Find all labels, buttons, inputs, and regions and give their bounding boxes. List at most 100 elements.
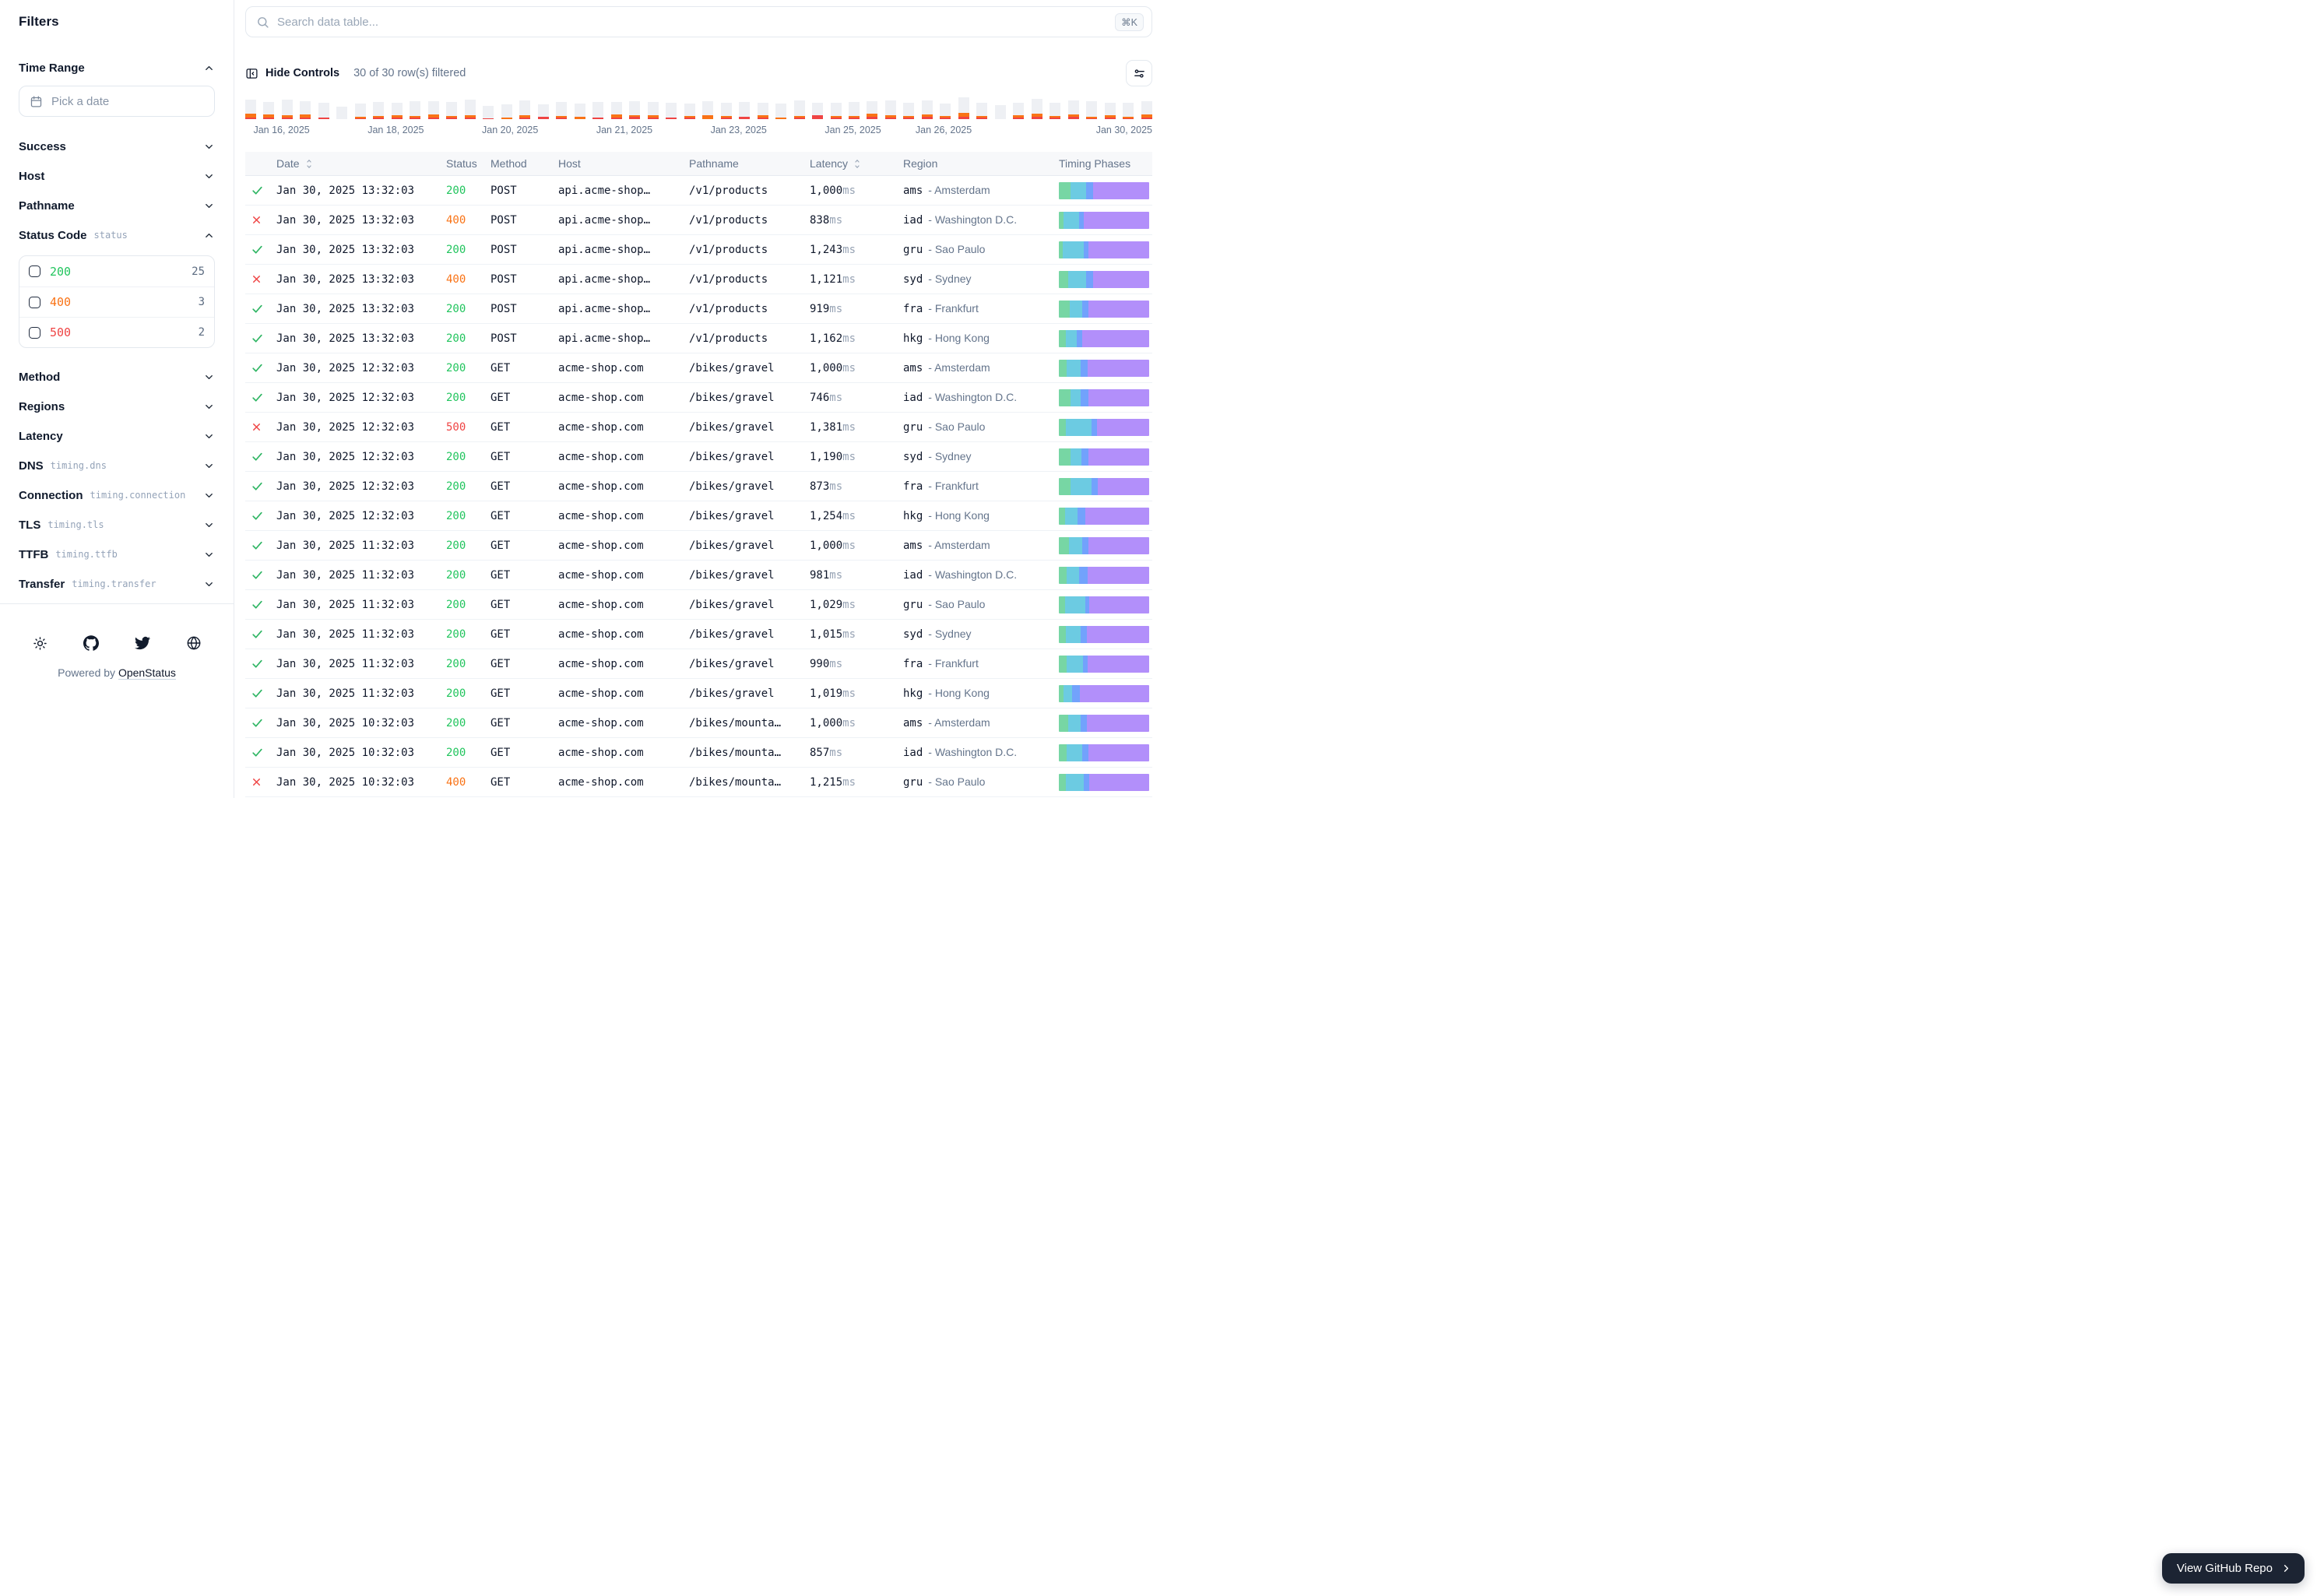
timing-segment bbox=[1065, 508, 1078, 525]
timeline-bar bbox=[1105, 103, 1116, 119]
filter-section-latency[interactable]: Latency bbox=[19, 421, 215, 451]
filter-section-status-code[interactable]: Status Code status bbox=[19, 220, 215, 250]
pathname-cell: /bikes/gravel bbox=[689, 540, 810, 552]
method-cell: GET bbox=[490, 569, 558, 582]
view-options-button[interactable] bbox=[1126, 60, 1152, 86]
filter-section-connection[interactable]: Connection timing.connection bbox=[19, 480, 215, 510]
latency-cell: 857ms bbox=[810, 747, 903, 759]
check-icon bbox=[251, 539, 264, 552]
filter-section-ttfb[interactable]: TTFB timing.ttfb bbox=[19, 540, 215, 569]
filter-section-pathname[interactable]: Pathname bbox=[19, 191, 215, 220]
timing-segment bbox=[1088, 537, 1149, 554]
timing-phases-bar bbox=[1059, 656, 1149, 673]
table-row[interactable]: Jan 30, 2025 11:32:03 200 GET acme-shop.… bbox=[245, 620, 1152, 649]
host-cell: acme-shop.com bbox=[558, 392, 689, 404]
table-row[interactable]: Jan 30, 2025 12:32:03 500 GET acme-shop.… bbox=[245, 413, 1152, 442]
timing-segment bbox=[1087, 626, 1149, 643]
timing-segment bbox=[1064, 685, 1073, 702]
filter-section-method[interactable]: Method bbox=[19, 362, 215, 392]
x-icon bbox=[251, 776, 262, 788]
date-cell: Jan 30, 2025 10:32:03 bbox=[276, 717, 446, 729]
twitter-link-button[interactable] bbox=[135, 635, 150, 651]
table-row[interactable]: Jan 30, 2025 11:32:03 200 GET acme-shop.… bbox=[245, 561, 1152, 590]
table-row[interactable]: Jan 30, 2025 11:32:03 200 GET acme-shop.… bbox=[245, 590, 1152, 620]
column-header-date[interactable]: Date bbox=[276, 157, 446, 170]
column-header-latency[interactable]: Latency bbox=[810, 157, 903, 170]
filter-section-success[interactable]: Success bbox=[19, 132, 215, 161]
table-row[interactable]: Jan 30, 2025 13:32:03 200 POST api.acme-… bbox=[245, 294, 1152, 324]
timing-segment bbox=[1081, 389, 1088, 406]
host-cell: acme-shop.com bbox=[558, 510, 689, 522]
timeline-bar bbox=[1123, 103, 1134, 119]
timeline-bars[interactable] bbox=[245, 99, 1152, 119]
filter-section-transfer[interactable]: Transfer timing.transfer bbox=[19, 569, 215, 599]
table-row[interactable]: Jan 30, 2025 10:32:03 400 GET acme-shop.… bbox=[245, 768, 1152, 797]
timing-phases-bar bbox=[1059, 330, 1149, 347]
search-input[interactable] bbox=[277, 16, 1107, 29]
checkbox[interactable] bbox=[29, 265, 40, 277]
result-icon-cell bbox=[245, 332, 276, 345]
openstatus-link[interactable]: OpenStatus bbox=[118, 666, 176, 680]
table-row[interactable]: Jan 30, 2025 13:32:03 400 POST api.acme-… bbox=[245, 206, 1152, 235]
timeline-bar bbox=[1032, 99, 1042, 119]
chevron-down-icon bbox=[203, 62, 215, 74]
timing-phases-cell bbox=[1059, 508, 1152, 525]
table-row[interactable]: Jan 30, 2025 10:32:03 200 GET acme-shop.… bbox=[245, 708, 1152, 738]
theme-toggle-button[interactable] bbox=[33, 636, 47, 651]
view-github-repo-button[interactable]: View GitHub Repo bbox=[2162, 1553, 2305, 1584]
timing-segment bbox=[1071, 182, 1086, 199]
table-row[interactable]: Jan 30, 2025 12:32:03 200 GET acme-shop.… bbox=[245, 472, 1152, 501]
table-row[interactable]: Jan 30, 2025 12:32:03 200 GET acme-shop.… bbox=[245, 353, 1152, 383]
table-row[interactable]: Jan 30, 2025 12:32:03 200 GET acme-shop.… bbox=[245, 383, 1152, 413]
status-cell: 200 bbox=[446, 244, 490, 256]
status-code-option[interactable]: 400 3 bbox=[19, 287, 214, 317]
table-row[interactable]: Jan 30, 2025 11:32:03 200 GET acme-shop.… bbox=[245, 679, 1152, 708]
timeline-bar bbox=[538, 104, 549, 119]
date-cell: Jan 30, 2025 13:32:03 bbox=[276, 303, 446, 315]
method-cell: GET bbox=[490, 421, 558, 434]
timeline-bar bbox=[592, 102, 603, 119]
timeline-bar bbox=[885, 100, 896, 119]
filter-section-tls[interactable]: TLS timing.tls bbox=[19, 510, 215, 540]
region-cell: ams- Amsterdam bbox=[903, 716, 1059, 729]
table-row[interactable]: Jan 30, 2025 12:32:03 200 GET acme-shop.… bbox=[245, 442, 1152, 472]
result-icon-cell bbox=[245, 509, 276, 522]
hide-controls-button[interactable]: Hide Controls bbox=[245, 67, 339, 80]
website-link-button[interactable] bbox=[186, 635, 202, 651]
pathname-cell: /bikes/gravel bbox=[689, 569, 810, 582]
filter-section-regions[interactable]: Regions bbox=[19, 392, 215, 421]
host-cell: acme-shop.com bbox=[558, 776, 689, 789]
timeline-bar bbox=[1086, 101, 1097, 119]
host-cell: acme-shop.com bbox=[558, 599, 689, 611]
table-row[interactable]: Jan 30, 2025 11:32:03 200 GET acme-shop.… bbox=[245, 649, 1152, 679]
table-row[interactable]: Jan 30, 2025 13:32:03 200 POST api.acme-… bbox=[245, 324, 1152, 353]
filter-section-time-range[interactable]: Time Range bbox=[19, 53, 215, 83]
result-icon-cell bbox=[245, 302, 276, 315]
table-row[interactable]: Jan 30, 2025 10:32:03 200 GET acme-shop.… bbox=[245, 738, 1152, 768]
timeline-bar bbox=[336, 107, 347, 119]
table-row[interactable]: Jan 30, 2025 12:32:03 200 GET acme-shop.… bbox=[245, 501, 1152, 531]
host-cell: api.acme-shop… bbox=[558, 273, 689, 286]
table-row[interactable]: Jan 30, 2025 13:32:03 400 POST api.acme-… bbox=[245, 265, 1152, 294]
host-cell: api.acme-shop… bbox=[558, 332, 689, 345]
checkbox[interactable] bbox=[29, 327, 40, 339]
table-row[interactable]: Jan 30, 2025 11:32:03 200 GET acme-shop.… bbox=[245, 531, 1152, 561]
table-row[interactable]: Jan 30, 2025 13:32:03 200 POST api.acme-… bbox=[245, 235, 1152, 265]
timing-segment bbox=[1088, 567, 1149, 584]
table-row[interactable]: Jan 30, 2025 13:32:03 200 POST api.acme-… bbox=[245, 176, 1152, 206]
status-code-option[interactable]: 500 2 bbox=[19, 317, 214, 347]
sidebar-title: Filters bbox=[19, 14, 215, 30]
filter-section-host[interactable]: Host bbox=[19, 161, 215, 191]
timing-segment bbox=[1081, 448, 1088, 466]
table-header: Date Status Method Host Pathname Latency… bbox=[245, 152, 1152, 176]
github-link-button[interactable] bbox=[83, 635, 99, 651]
date-picker-input[interactable]: Pick a date bbox=[19, 86, 215, 117]
result-icon-cell bbox=[245, 568, 276, 582]
status-code-option[interactable]: 200 25 bbox=[19, 256, 214, 287]
timing-phases-cell bbox=[1059, 448, 1152, 466]
check-icon bbox=[251, 361, 264, 374]
data-table: Date Status Method Host Pathname Latency… bbox=[245, 152, 1152, 797]
checkbox[interactable] bbox=[29, 297, 40, 308]
filter-section-dns[interactable]: DNS timing.dns bbox=[19, 451, 215, 480]
timing-segment bbox=[1059, 330, 1066, 347]
